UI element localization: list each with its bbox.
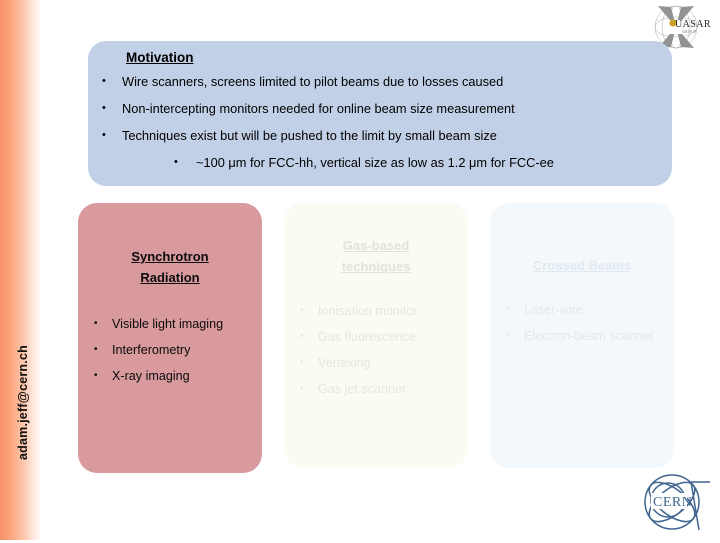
bullet-icon: • xyxy=(174,156,178,168)
panel-title-line1: Crossed Beams xyxy=(532,258,632,273)
panel-title-line2: Radiation xyxy=(140,270,200,285)
panel-item-list: • Laser-wire • Electron-beam scanner xyxy=(490,298,674,348)
list-item-label: Gas fluorescence xyxy=(318,330,417,344)
panel-item-list: • Ionisation monitor • Gas fluorescence … xyxy=(284,299,468,401)
list-item-label: Interferometry xyxy=(112,343,191,357)
list-item: • Visible light imaging xyxy=(94,312,252,336)
motivation-sub-item-text: ~100 μm for FCC-hh, vertical size as low… xyxy=(196,155,554,170)
motivation-callout-box: Motivation • Wire scanners, screens limi… xyxy=(88,41,672,186)
bullet-icon: • xyxy=(300,357,304,368)
motivation-item-text: Non-intercepting monitors needed for onl… xyxy=(122,101,515,116)
svg-text:UASAR: UASAR xyxy=(675,19,711,30)
list-item-label: Laser-wire xyxy=(524,303,583,317)
bullet-icon: • xyxy=(94,318,98,329)
bullet-icon: • xyxy=(300,331,304,342)
panel-item-list: • Visible light imaging • Interferometry… xyxy=(78,312,262,388)
panel-synchrotron-radiation[interactable]: Synchrotron Radiation • Visible light im… xyxy=(78,203,262,473)
list-item: • Interferometry xyxy=(94,338,252,362)
bullet-icon: • xyxy=(506,330,510,341)
panel-title-line1: Gas-based xyxy=(342,238,410,253)
bullet-icon: • xyxy=(94,344,98,355)
svg-text:GROUP: GROUP xyxy=(682,30,697,34)
list-item-label: Visible light imaging xyxy=(112,317,224,331)
motivation-title: Motivation xyxy=(126,50,194,65)
bullet-icon: • xyxy=(300,305,304,316)
list-item: • Laser-wire xyxy=(506,298,664,322)
left-gradient-bar: adam.jeff@cern.ch xyxy=(0,0,42,540)
list-item-label: X-ray imaging xyxy=(112,369,190,383)
motivation-bullet-item: • Techniques exist but will be pushed to… xyxy=(102,128,658,143)
list-item-label: Gas jet scanner xyxy=(318,382,407,396)
list-item: • X-ray imaging xyxy=(94,364,252,388)
list-item: • Ionisation monitor xyxy=(300,299,458,323)
bullet-icon: • xyxy=(102,102,106,114)
cern-logo: CERN xyxy=(638,470,710,538)
list-item-label: Vertexing xyxy=(318,356,371,370)
svg-text:CERN: CERN xyxy=(653,495,692,510)
motivation-bullet-item: • Non-intercepting monitors needed for o… xyxy=(102,101,658,116)
panel-title: Crossed Beams xyxy=(490,255,674,276)
bullet-icon: • xyxy=(94,370,98,381)
motivation-item-text: Techniques exist but will be pushed to t… xyxy=(122,128,497,143)
panel-title-line2: techniques xyxy=(341,259,411,274)
panel-crossed-beams[interactable]: Crossed Beams • Laser-wire • Electron-be… xyxy=(490,203,674,468)
panel-title: Synchrotron Radiation xyxy=(78,246,262,288)
motivation-bullet-item: • Wire scanners, screens limited to pilo… xyxy=(102,74,658,89)
list-item: • Gas jet scanner xyxy=(300,377,458,401)
motivation-sub-bullet-item: • ~100 μm for FCC-hh, vertical size as l… xyxy=(174,155,658,170)
panel-title-line1: Synchrotron xyxy=(131,249,209,264)
panel-title: Gas-based techniques xyxy=(284,235,468,277)
author-email-vertical: adam.jeff@cern.ch xyxy=(16,345,30,460)
motivation-item-text: Wire scanners, screens limited to pilot … xyxy=(122,74,504,89)
list-item-label: Electron-beam scanner xyxy=(524,329,655,343)
bullet-icon: • xyxy=(506,304,510,315)
bullet-icon: • xyxy=(300,383,304,394)
list-item-label: Ionisation monitor xyxy=(318,304,418,318)
bullet-icon: • xyxy=(102,75,106,87)
list-item: • Vertexing xyxy=(300,351,458,375)
bullet-icon: • xyxy=(102,129,106,141)
list-item: • Gas fluorescence xyxy=(300,325,458,349)
list-item: • Electron-beam scanner xyxy=(506,324,664,348)
panel-gas-based-techniques[interactable]: Gas-based techniques • Ionisation monito… xyxy=(284,203,468,468)
